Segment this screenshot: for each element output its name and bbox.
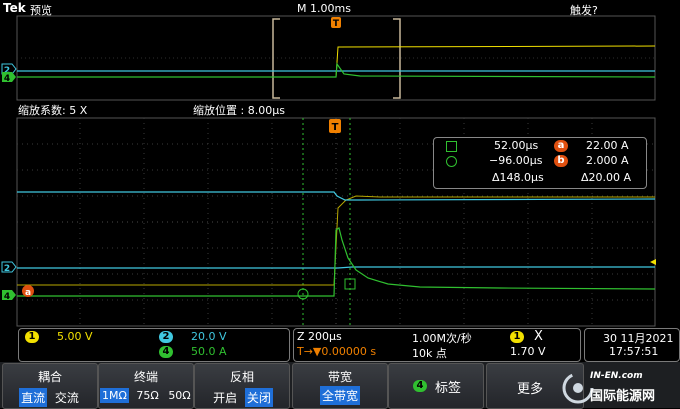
trigger-ch-badge: 1 [510,331,524,343]
sample-rate: 1.00M次/秒 [412,332,472,345]
date: 30 11月2021 [603,332,674,345]
cursor-circle-icon [446,156,457,167]
time: 17:57:51 [609,345,659,358]
termination-50-option[interactable]: 50Ω [166,388,192,403]
bandwidth-button[interactable]: 带宽 全带宽 [292,363,388,409]
bandwidth-title: 带宽 [327,370,352,384]
invert-button[interactable]: 反相 开启 关闭 [194,363,290,409]
cursor-a-value: 22.00 A [586,139,629,152]
zoom-info: 缩放系数: 5 X 缩放位置 : 8.00μs [0,102,680,118]
watermark-name: 国际能源网 [590,389,656,404]
invert-title: 反相 [229,370,254,384]
cursor-delta-value: Δ20.00 A [581,171,632,184]
termination-1m-option[interactable]: 1MΩ [100,388,129,403]
svg-text:4: 4 [4,74,10,84]
cursor-b-badge: b [554,155,568,167]
ch2-badge: 2 [159,331,173,343]
trigger-level: 1.70 V [510,345,546,358]
zoom-window-bracket[interactable] [272,18,401,99]
zoom-factor: 缩放系数: 5 X [18,104,88,117]
zoom-position: 缩放位置 : 8.00μs [193,104,285,117]
zoom-timebase: Z 200μs [297,330,342,343]
termination-title: 终端 [133,370,158,384]
bandwidth-full-option[interactable]: 全带宽 [319,386,360,405]
trigger-position: T→▼0.00000 s [297,345,377,358]
coupling-title: 耦合 [37,370,62,384]
cursor-readout[interactable]: 52.00μs a 22.00 A −96.00μs b 2.000 A Δ14… [433,137,647,189]
trigger-level-arrow[interactable] [650,259,656,265]
cursor-a-time: 52.00μs [494,139,539,152]
label-ch4-badge: 4 [413,380,427,392]
zoom-trigger-marker: T [329,119,341,133]
overview-trigger-marker: T [331,17,341,29]
cursor-b-time: −96.00μs [489,154,543,167]
overview-ch4-marker[interactable]: 4 [2,72,16,84]
zoom-trace-ch2-low [17,266,655,269]
zoom-ch2-marker[interactable]: 2 [1,261,17,274]
more-title: 更多 [517,382,544,397]
ch2-scale: 20.0 V [191,330,227,343]
svg-text:T: T [332,122,339,133]
ch1-scale: 5.00 V [57,330,93,343]
cursor-square-icon [446,141,457,152]
svg-text:T: T [333,19,340,29]
termination-button[interactable]: 终端 1MΩ 75Ω 50Ω [98,363,194,409]
coupling-button[interactable]: 耦合 直流 交流 [2,363,98,409]
record-length: 10k 点 [412,347,447,360]
cursor-a-badge: a [554,140,568,152]
zoom-trace-ch4 [17,227,656,297]
ch1-badge: 1 [25,331,39,343]
invert-on-option[interactable]: 开启 [211,388,239,407]
cursor-b-value: 2.000 A [586,154,629,167]
watermark-site: IN-EN.com [590,371,643,381]
svg-text:4: 4 [4,292,10,302]
channel-scales-box[interactable]: 1 5.00 V 2 20.0 V 4 50.0 A [18,328,290,362]
label-title: 标签 [435,381,462,396]
coupling-ac-option[interactable]: 交流 [53,388,81,407]
watermark: IN-EN.com 国际能源网 [560,366,678,406]
cursor-delta-time: Δ148.0μs [492,171,544,184]
ch4-badge: 4 [159,346,173,358]
termination-75-option[interactable]: 75Ω [134,388,160,403]
svg-text:2: 2 [4,264,10,274]
trigger-slope-icon: X [534,329,543,344]
invert-off-option[interactable]: 关闭 [244,388,273,407]
zoom-ch4-marker[interactable]: 4 [2,290,16,302]
label-button[interactable]: 4 标签 [388,363,484,409]
ch4-scale: 50.0 A [191,345,227,358]
datetime-box: 30 11月2021 17:57:51 [584,328,680,362]
coupling-dc-option[interactable]: 直流 [19,388,48,407]
svg-text:a: a [25,288,31,298]
status-row: 1 5.00 V 2 20.0 V 4 50.0 A Z 200μs T→▼0.… [0,328,680,362]
acquisition-box[interactable]: Z 200μs T→▼0.00000 s 1.00M次/秒 10k 点 1 X … [293,328,581,362]
